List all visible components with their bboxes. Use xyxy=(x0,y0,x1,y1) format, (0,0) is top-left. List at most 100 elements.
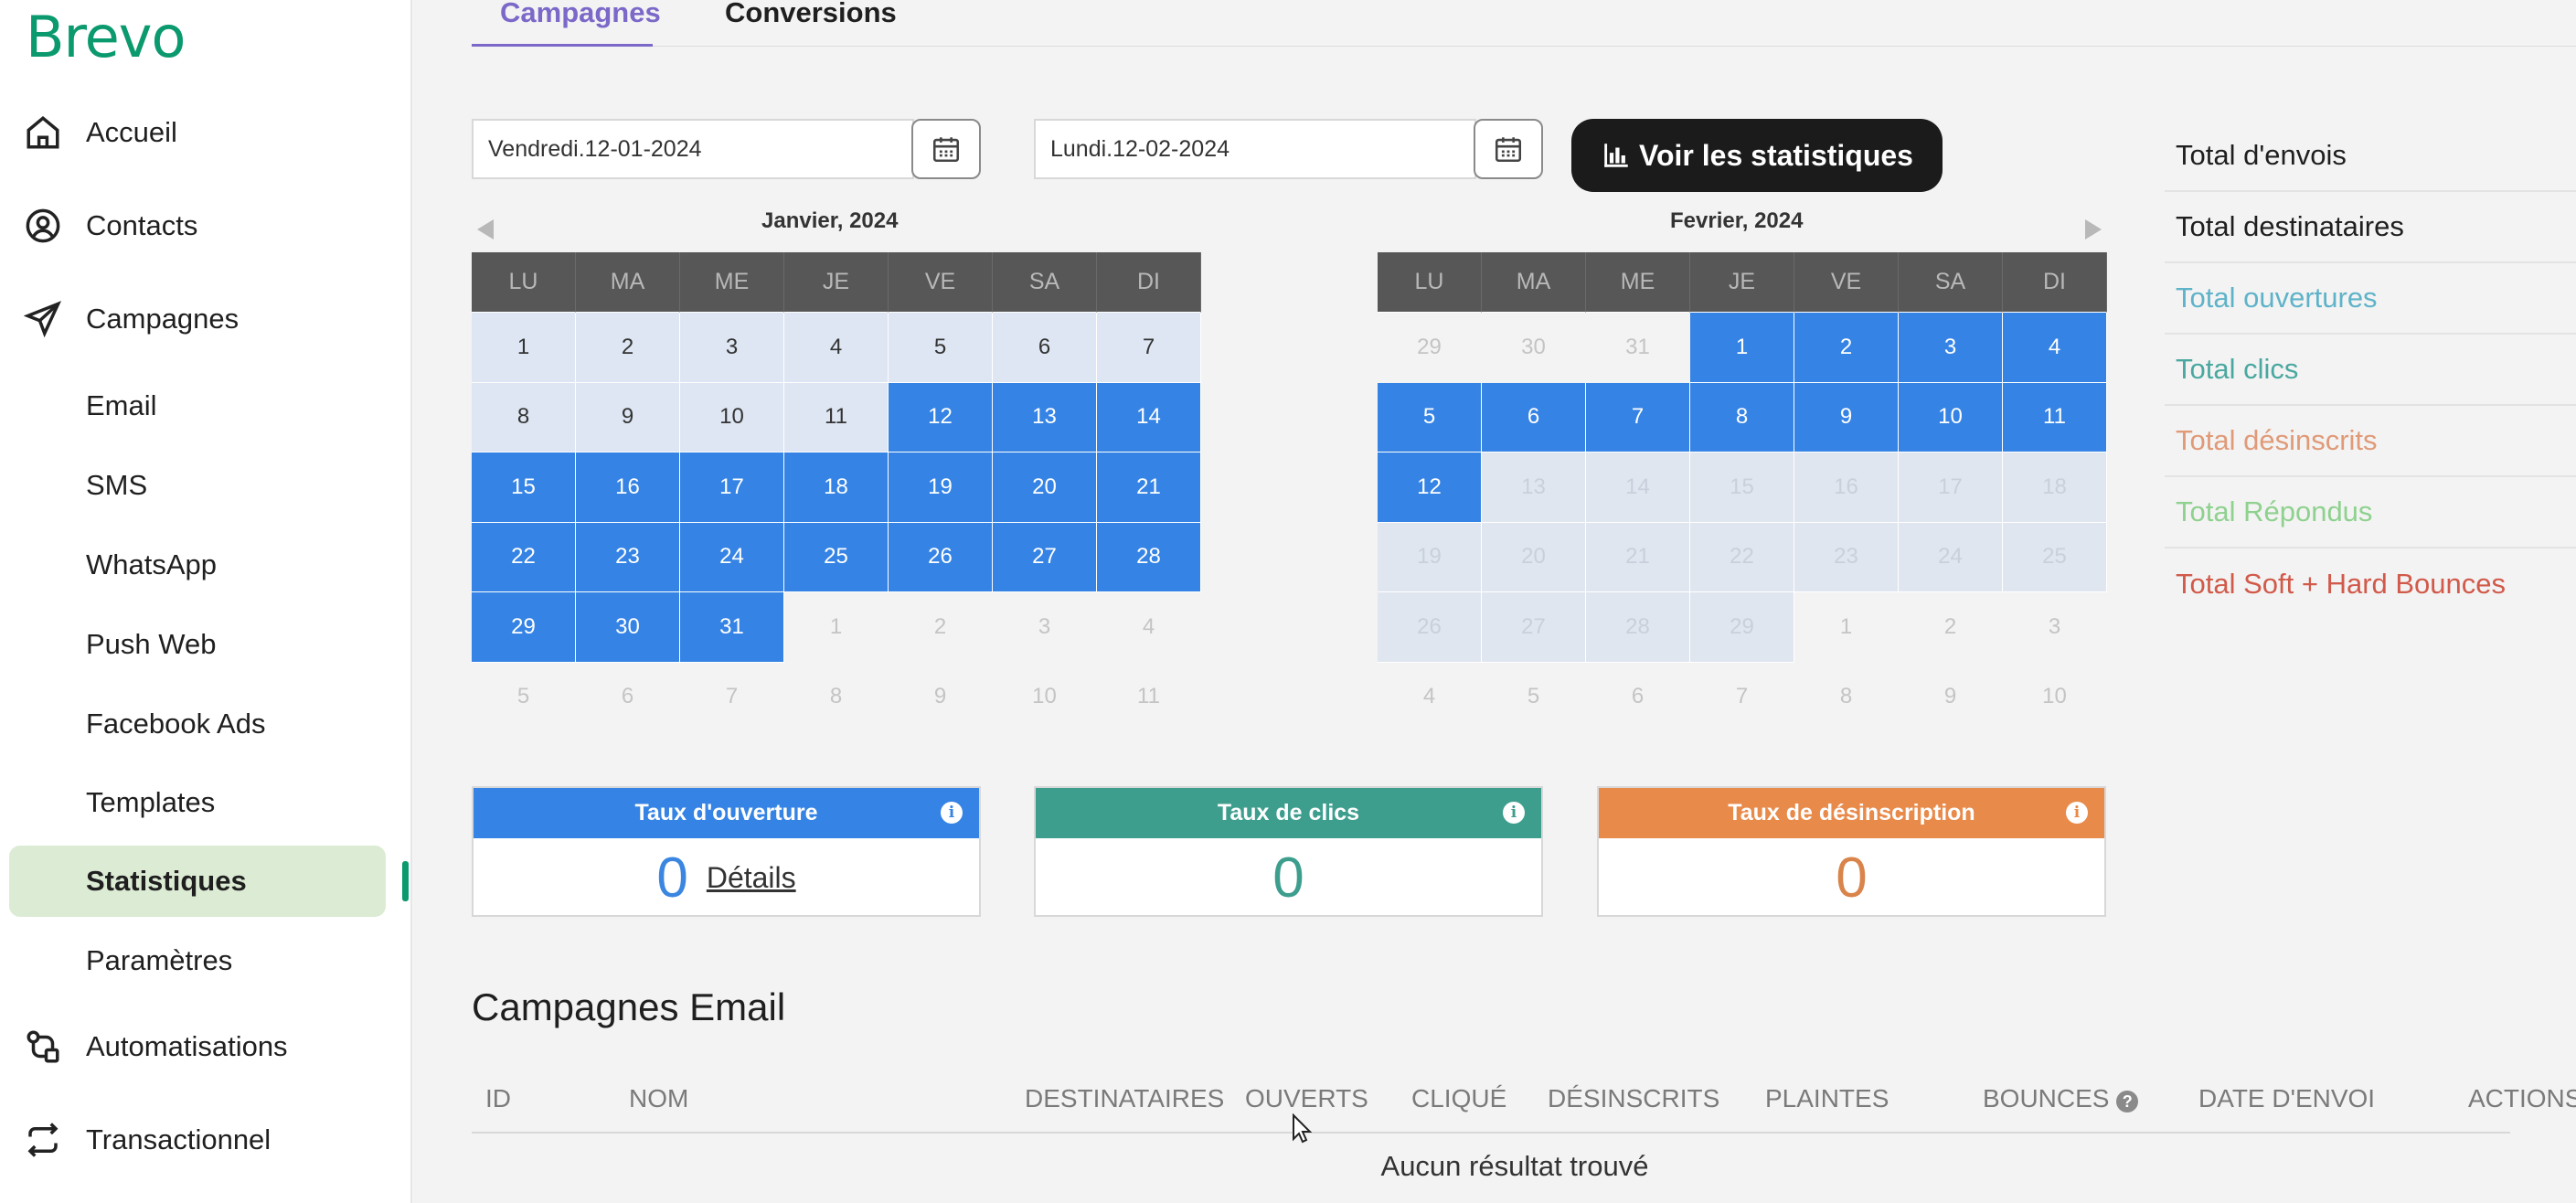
col-desinscrits[interactable]: DÉSINSCRITS xyxy=(1548,1084,1719,1113)
calendar-day[interactable]: 17 xyxy=(680,452,784,523)
calendar-day[interactable]: 11 xyxy=(784,382,889,452)
calendar-day[interactable]: 8 xyxy=(784,663,889,733)
calendar-day[interactable]: 12 xyxy=(1378,452,1482,523)
calendar-day[interactable]: 3 xyxy=(993,592,1097,663)
calendar-day[interactable]: 24 xyxy=(1899,522,2003,592)
calendar-day[interactable]: 1 xyxy=(472,313,576,383)
sidebar-item-campagnes[interactable]: Campagnes xyxy=(24,292,239,346)
calendar-day[interactable]: 16 xyxy=(576,452,680,523)
calendar-day[interactable]: 10 xyxy=(2003,663,2107,733)
calendar-day[interactable]: 21 xyxy=(1586,522,1690,592)
calendar-day[interactable]: 9 xyxy=(889,663,993,733)
calendar-day[interactable]: 9 xyxy=(576,382,680,452)
calendar-day[interactable]: 21 xyxy=(1097,452,1201,523)
sidebar-item-email[interactable]: Email xyxy=(86,378,157,433)
calendar-day[interactable]: 27 xyxy=(993,522,1097,592)
calendar-day[interactable]: 3 xyxy=(1899,313,2003,383)
calendar-day[interactable]: 26 xyxy=(1378,592,1482,663)
sidebar-item-sms[interactable]: SMS xyxy=(86,458,147,513)
col-plaintes[interactable]: PLAINTES xyxy=(1765,1084,1889,1113)
calendar-day[interactable]: 4 xyxy=(2003,313,2107,383)
calendar-day[interactable]: 10 xyxy=(1899,382,2003,452)
col-bounces[interactable]: BOUNCES ? xyxy=(1983,1084,2139,1113)
calendar-day[interactable]: 14 xyxy=(1097,382,1201,452)
end-date-calendar-button[interactable] xyxy=(1474,119,1543,179)
details-link[interactable]: Détails xyxy=(707,861,796,895)
calendar-day[interactable]: 7 xyxy=(1586,382,1690,452)
calendar-day[interactable]: 13 xyxy=(1482,452,1586,523)
sidebar-item-contacts[interactable]: Contacts xyxy=(24,198,197,253)
sidebar-item-push-web[interactable]: Push Web xyxy=(86,617,216,672)
calendar-day[interactable]: 23 xyxy=(1794,522,1899,592)
calendar-day[interactable]: 2 xyxy=(1794,313,1899,383)
calendar-day[interactable]: 14 xyxy=(1586,452,1690,523)
calendar-day[interactable]: 8 xyxy=(472,382,576,452)
calendar-day[interactable]: 15 xyxy=(472,452,576,523)
calendar-day[interactable]: 31 xyxy=(680,592,784,663)
info-icon[interactable]: i xyxy=(2066,802,2088,824)
calendar-day[interactable]: 7 xyxy=(680,663,784,733)
calendar-day[interactable]: 2 xyxy=(1899,592,2003,663)
calendar-day[interactable]: 15 xyxy=(1690,452,1794,523)
col-nom[interactable]: NOM xyxy=(629,1084,688,1113)
col-clique[interactable]: CLIQUÉ xyxy=(1411,1084,1506,1113)
calendar-day[interactable]: 29 xyxy=(1690,592,1794,663)
calendar-day[interactable]: 13 xyxy=(993,382,1097,452)
calendar-day[interactable]: 1 xyxy=(1794,592,1899,663)
calendar-day[interactable]: 6 xyxy=(576,663,680,733)
next-month-arrow[interactable] xyxy=(2085,219,2102,240)
sidebar-item-statistiques[interactable]: Statistiques xyxy=(86,854,247,909)
brevo-logo[interactable]: Brevo xyxy=(26,4,186,70)
calendar-day[interactable]: 5 xyxy=(472,663,576,733)
sidebar-item-parametres[interactable]: Paramètres xyxy=(86,933,232,988)
tab-campagnes[interactable]: Campagnes xyxy=(500,0,661,29)
calendar-day[interactable]: 6 xyxy=(1586,663,1690,733)
calendar-day[interactable]: 8 xyxy=(1690,382,1794,452)
col-ouverts[interactable]: OUVERTS xyxy=(1245,1084,1368,1113)
calendar-day[interactable]: 2 xyxy=(576,313,680,383)
tab-conversions[interactable]: Conversions xyxy=(725,0,897,29)
calendar-day[interactable]: 4 xyxy=(1097,592,1201,663)
calendar-day[interactable]: 25 xyxy=(2003,522,2107,592)
calendar-day[interactable]: 17 xyxy=(1899,452,2003,523)
sidebar-item-whatsapp[interactable]: WhatsApp xyxy=(86,538,217,592)
calendar-day[interactable]: 30 xyxy=(576,592,680,663)
sidebar-item-facebook-ads[interactable]: Facebook Ads xyxy=(86,697,265,751)
calendar-day[interactable]: 12 xyxy=(889,382,993,452)
col-destinataires[interactable]: DESTINATAIRES xyxy=(1025,1084,1224,1113)
calendar-day[interactable]: 25 xyxy=(784,522,889,592)
sidebar-item-templates[interactable]: Templates xyxy=(86,775,215,830)
calendar-day[interactable]: 28 xyxy=(1586,592,1690,663)
calendar-day[interactable]: 22 xyxy=(1690,522,1794,592)
calendar-day[interactable]: 8 xyxy=(1794,663,1899,733)
calendar-day[interactable]: 24 xyxy=(680,522,784,592)
calendar-day[interactable]: 22 xyxy=(472,522,576,592)
calendar-day[interactable]: 4 xyxy=(1378,663,1482,733)
calendar-day[interactable]: 1 xyxy=(784,592,889,663)
calendar-day[interactable]: 11 xyxy=(1097,663,1201,733)
view-statistics-button[interactable]: Voir les statistiques xyxy=(1571,119,1943,192)
prev-month-arrow[interactable] xyxy=(477,219,494,240)
calendar-day[interactable]: 5 xyxy=(1378,382,1482,452)
calendar-day[interactable]: 31 xyxy=(1586,313,1690,383)
calendar-day[interactable]: 3 xyxy=(2003,592,2107,663)
col-date-envoi[interactable]: DATE D'ENVOI xyxy=(2198,1084,2375,1113)
calendar-day[interactable]: 23 xyxy=(576,522,680,592)
calendar-day[interactable]: 29 xyxy=(1378,313,1482,383)
calendar-day[interactable]: 10 xyxy=(993,663,1097,733)
sidebar-item-accueil[interactable]: Accueil xyxy=(24,105,177,160)
calendar-day[interactable]: 28 xyxy=(1097,522,1201,592)
calendar-day[interactable]: 30 xyxy=(1482,313,1586,383)
calendar-day[interactable]: 20 xyxy=(1482,522,1586,592)
calendar-day[interactable]: 7 xyxy=(1690,663,1794,733)
info-icon[interactable]: i xyxy=(1503,802,1525,824)
start-date-input[interactable]: Vendredi.12-01-2024 xyxy=(472,119,914,179)
calendar-day[interactable]: 11 xyxy=(2003,382,2107,452)
col-id[interactable]: ID xyxy=(485,1084,511,1113)
calendar-day[interactable]: 29 xyxy=(472,592,576,663)
sidebar-item-transactionnel[interactable]: Transactionnel xyxy=(24,1113,271,1167)
calendar-day[interactable]: 20 xyxy=(993,452,1097,523)
calendar-day[interactable]: 1 xyxy=(1690,313,1794,383)
calendar-day[interactable]: 3 xyxy=(680,313,784,383)
calendar-day[interactable]: 4 xyxy=(784,313,889,383)
